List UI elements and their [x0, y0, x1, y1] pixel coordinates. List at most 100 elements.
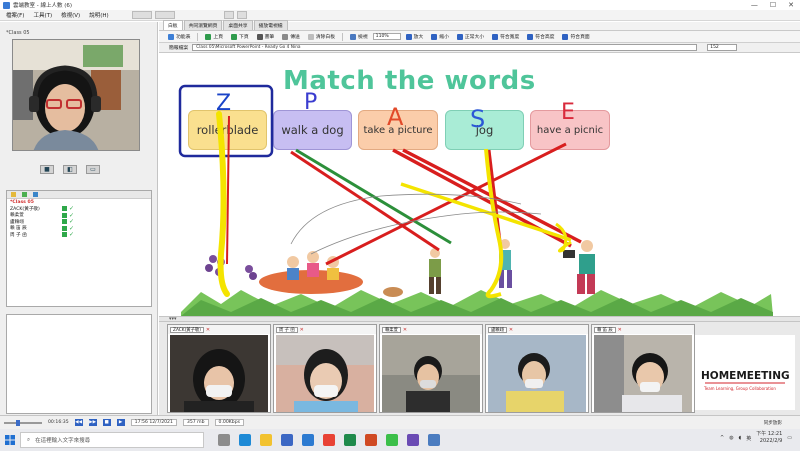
- fit-height-button[interactable]: 符合高度: [524, 32, 557, 41]
- close-icon[interactable]: ✕: [509, 327, 513, 333]
- user-row[interactable]: 周 子 函 ✓: [7, 232, 151, 239]
- taskbar-search-input[interactable]: ⌕ 在這裡輸入文字來搜尋: [20, 432, 204, 448]
- volume-slider[interactable]: [4, 419, 42, 426]
- input-language[interactable]: 英: [746, 435, 751, 442]
- window-titlebar: 雲端教室 - 線上人數 (6) — ☐ ✕: [0, 0, 800, 10]
- student-name-select[interactable]: 賴 笛 辰: [594, 326, 616, 333]
- tab-whiteboard[interactable]: 白板: [163, 20, 183, 30]
- quick-button-2[interactable]: [154, 11, 175, 19]
- whiteboard-slide[interactable]: Match the words rollerblade walk a dog t…: [161, 54, 798, 316]
- menu-view[interactable]: 檢視(V): [61, 11, 80, 19]
- tab-video-playback[interactable]: 播放電視檔: [253, 20, 288, 30]
- next-page-button[interactable]: 下頁: [228, 32, 252, 41]
- video-stop-button[interactable]: ■: [40, 165, 54, 174]
- status-icon: [62, 206, 67, 212]
- notification-icon[interactable]: ▭: [787, 435, 792, 441]
- fit-page-button[interactable]: 符合頁面: [559, 32, 592, 41]
- quick-button-1[interactable]: [131, 11, 152, 19]
- student-name-select[interactable]: ZACK(黃子敬): [170, 326, 204, 333]
- chat-app-icon[interactable]: [386, 434, 398, 446]
- quick-button-3[interactable]: [223, 11, 234, 19]
- prev-page-button[interactable]: 上頁: [202, 32, 226, 41]
- student-video: [276, 335, 374, 412]
- status-bar: 00:16:35 ◀◀ ▶▶ ■ ▶ 17:56 12/7/2021 357 m…: [0, 415, 800, 429]
- rewind-button[interactable]: ◀◀: [74, 419, 83, 426]
- send-button[interactable]: 傳送: [279, 32, 303, 41]
- tab-strip: 白板 共同瀏覽網頁 桌面共享 播放電視檔: [159, 20, 800, 31]
- zoom-in-icon: [405, 33, 412, 40]
- student-video-tile[interactable]: 盧賴翊 ✕: [485, 324, 589, 413]
- ink-annotation-layer: Z P A S E: [178, 84, 582, 299]
- close-icon[interactable]: ✕: [300, 327, 304, 333]
- clock[interactable]: 下午 12:21 2022/2/9: [756, 431, 782, 445]
- video-settings-button[interactable]: ◧: [63, 165, 77, 174]
- chrome-icon[interactable]: [323, 434, 335, 446]
- status-icon: [62, 225, 67, 231]
- excel-icon[interactable]: [344, 434, 356, 446]
- student-video-tile[interactable]: 周 子 函 ✕: [273, 324, 377, 413]
- start-button[interactable]: [0, 429, 20, 451]
- edge-icon[interactable]: [239, 434, 251, 446]
- forward-button[interactable]: ▶▶: [88, 419, 97, 426]
- check-icon: ✓: [69, 205, 75, 213]
- menu-icon: [168, 33, 174, 40]
- tab-cobrowse[interactable]: 共同瀏覽網頁: [183, 20, 223, 30]
- zoom-in-button[interactable]: 放大: [403, 32, 427, 41]
- user-name: 周 子 函: [10, 232, 27, 238]
- tab-desktop-share[interactable]: 桌面共享: [223, 20, 253, 30]
- maximize-icon[interactable]: ☐: [770, 1, 776, 9]
- file-explorer-icon[interactable]: [260, 434, 272, 446]
- classroom-app-icon[interactable]: [428, 434, 440, 446]
- student-video-tile[interactable]: ZACK(黃子敬) ✕: [167, 324, 271, 413]
- student-video: [594, 335, 692, 412]
- zoom-out-button[interactable]: 縮小: [428, 32, 452, 41]
- prev-page-icon: [205, 33, 212, 40]
- student-name-select[interactable]: 周 子 函: [276, 326, 298, 333]
- stop-button[interactable]: ■: [102, 419, 111, 426]
- menu-file[interactable]: 檔案(F): [6, 11, 24, 19]
- student-video-tile[interactable]: 賴 笛 辰 ✕: [591, 324, 695, 413]
- menu-help[interactable]: 說明(H): [89, 11, 108, 19]
- close-icon[interactable]: ✕: [206, 327, 210, 333]
- document-path-select[interactable]: Class 05\Microsoft PowerPoint - Ready Go…: [192, 44, 698, 51]
- user-name: *Class 05: [10, 199, 34, 205]
- status-icon: [62, 212, 67, 218]
- quick-button-4[interactable]: [236, 11, 247, 19]
- student-name-select[interactable]: 盧賴翊: [488, 326, 507, 333]
- page-number-select[interactable]: 152: [707, 44, 738, 51]
- minimize-icon[interactable]: —: [751, 1, 758, 9]
- student-name-select[interactable]: 賴柔萱: [382, 326, 401, 333]
- app-icon: [3, 1, 10, 9]
- normal-size-button[interactable]: 正常大小: [454, 32, 487, 41]
- student-video: [170, 335, 268, 412]
- zoom-select[interactable]: 110%: [372, 33, 401, 40]
- next-page-icon: [231, 33, 238, 40]
- powerpoint-icon[interactable]: [365, 434, 377, 446]
- teacher-video-image: [13, 40, 139, 150]
- fit-page-icon: [562, 33, 569, 40]
- play-button[interactable]: ▶: [116, 419, 125, 426]
- video-layout-button[interactable]: ▭: [86, 165, 100, 174]
- sync-playback-button[interactable]: 同步放影: [764, 420, 782, 426]
- mail-icon[interactable]: [302, 434, 314, 446]
- volume-icon[interactable]: ◖: [739, 435, 742, 441]
- close-icon[interactable]: ✕: [788, 1, 794, 9]
- menu-button[interactable]: 功能表: [165, 32, 193, 41]
- meeting-app-icon[interactable]: [407, 434, 419, 446]
- tray-chevron-icon[interactable]: ^: [720, 435, 724, 441]
- close-icon[interactable]: ✕: [403, 327, 407, 333]
- pen-button[interactable]: 畫筆: [254, 32, 278, 41]
- fit-height-icon: [527, 33, 534, 40]
- network-icon[interactable]: ◍: [729, 435, 733, 441]
- fit-width-button[interactable]: 符合寬度: [489, 32, 522, 41]
- store-icon[interactable]: [281, 434, 293, 446]
- ink-letter-a: A: [387, 103, 404, 131]
- view-button[interactable]: 檢視: [347, 32, 371, 41]
- svg-text:HOMEMEETING: HOMEMEETING: [701, 370, 790, 382]
- close-icon[interactable]: ✕: [618, 327, 622, 333]
- student-video-tile[interactable]: 賴柔萱 ✕: [379, 324, 483, 413]
- menu-tools[interactable]: 工具(T): [33, 11, 52, 19]
- clear-whiteboard-button[interactable]: 清除白板: [305, 32, 338, 41]
- task-view-icon[interactable]: [218, 434, 230, 446]
- chat-box[interactable]: [6, 314, 152, 414]
